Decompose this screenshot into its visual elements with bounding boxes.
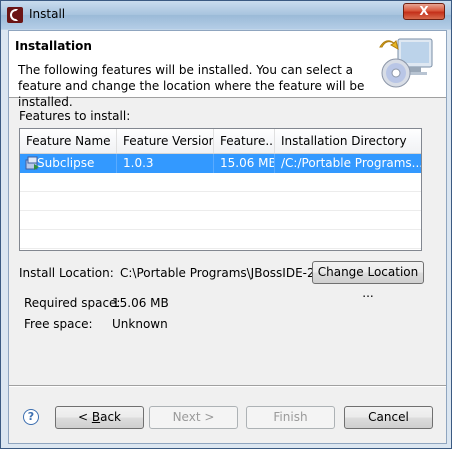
table-header: Feature Name Feature Version Feature... … bbox=[20, 129, 421, 154]
back-button[interactable]: < Back bbox=[55, 406, 144, 429]
free-space-label: Free space: bbox=[24, 317, 93, 331]
install-cd-monitor-icon bbox=[379, 38, 433, 88]
wizard-banner: Installation The following features will… bbox=[9, 31, 446, 109]
finish-button[interactable]: Finish bbox=[246, 406, 335, 429]
install-window: Install X Installation The following fea… bbox=[0, 0, 452, 449]
required-space-value: 15.06 MB bbox=[112, 296, 169, 310]
features-to-install-label: Features to install: bbox=[19, 109, 131, 123]
install-location-value: C:\Portable Programs\JBossIDE-2.0. bbox=[120, 266, 330, 280]
empty-table-row bbox=[20, 173, 421, 192]
column-header-feature-name[interactable]: Feature Name bbox=[20, 129, 117, 153]
empty-table-row bbox=[20, 230, 421, 249]
column-header-feature-size[interactable]: Feature... bbox=[214, 129, 275, 153]
install-location-label: Install Location: bbox=[19, 266, 114, 280]
eclipse-app-icon bbox=[7, 7, 23, 23]
title-bar[interactable]: Install X bbox=[1, 1, 451, 29]
free-space-value: Unknown bbox=[112, 317, 168, 331]
column-header-feature-version[interactable]: Feature Version bbox=[117, 129, 214, 153]
back-button-mnemonic: B bbox=[91, 410, 101, 424]
close-button[interactable]: X bbox=[403, 3, 445, 20]
table-row[interactable]: Subclipse 1.0.3 15.06 MB /C:/Portable Pr… bbox=[20, 154, 421, 173]
cell-installation-directory: /C:/Portable Programs... bbox=[281, 156, 421, 170]
cell-feature-name: Subclipse bbox=[20, 154, 117, 173]
window-title: Install bbox=[29, 7, 66, 21]
cell-feature-size: 15.06 MB bbox=[214, 154, 275, 173]
help-icon[interactable]: ? bbox=[23, 409, 39, 425]
next-button[interactable]: Next > bbox=[149, 406, 238, 429]
empty-table-row bbox=[20, 211, 421, 230]
button-bar-separator bbox=[9, 385, 446, 387]
required-space-label: Required space: bbox=[24, 296, 121, 310]
features-table[interactable]: Feature Name Feature Version Feature... … bbox=[19, 128, 422, 251]
change-location-button[interactable]: Change Location ... bbox=[312, 261, 424, 300]
back-button-prefix: < bbox=[77, 410, 92, 424]
cancel-button[interactable]: Cancel bbox=[344, 406, 433, 429]
back-button-suffix: ack bbox=[100, 410, 121, 424]
page-title: Installation bbox=[15, 39, 92, 53]
dialog-client-area: Installation The following features will… bbox=[8, 30, 447, 444]
column-header-installation-directory[interactable]: Installation Directory bbox=[275, 129, 421, 153]
cell-feature-version: 1.0.3 bbox=[117, 154, 214, 173]
page-description: The following features will be installed… bbox=[18, 63, 365, 109]
empty-table-row bbox=[20, 192, 421, 211]
